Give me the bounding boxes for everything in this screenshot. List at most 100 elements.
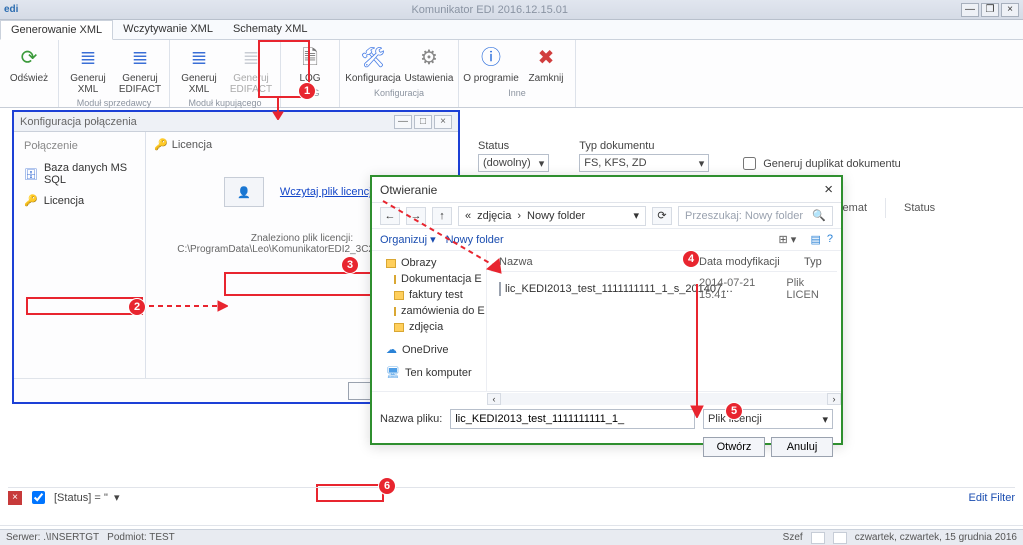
- file-row[interactable]: lic_KEDI2013_test_1111111111_1_s_201407……: [491, 272, 837, 306]
- tree-item[interactable]: ☁OneDrive: [376, 341, 482, 358]
- about-button[interactable]: ⓘ O programie: [463, 42, 519, 87]
- generate-xml-button[interactable]: ≣ Generuj XML: [63, 42, 113, 97]
- key-icon: 🔑: [24, 194, 38, 207]
- sidebar-item-license[interactable]: 🔑 Licencja: [18, 190, 141, 211]
- filter-enable-checkbox[interactable]: [32, 491, 45, 504]
- buy-generate-edifact-button: ≣ Generuj EDIFACT: [226, 42, 276, 97]
- filetype-select[interactable]: Plik licencji▾: [703, 409, 833, 429]
- tree-item[interactable]: Dokumentacja E: [376, 271, 482, 287]
- marker-4: 4: [682, 250, 700, 268]
- file-list[interactable]: Nazwa Data modyfikacji Typ lic_KEDI2013_…: [487, 251, 841, 391]
- info-icon: ⓘ: [477, 44, 505, 72]
- status-bar: Serwer: .\INSERTGT Podmiot: TEST Szef cz…: [0, 529, 1023, 545]
- exit-button[interactable]: ✖ Zamknij: [521, 42, 571, 87]
- scroll-track[interactable]: [501, 393, 827, 405]
- search-icon: 🔍: [812, 209, 826, 222]
- scroll-right-button[interactable]: ›: [827, 393, 841, 405]
- marker-6: 6: [378, 477, 396, 495]
- dialog-close-button[interactable]: ×: [824, 181, 833, 198]
- view-mode-button[interactable]: ⊞ ▾: [778, 233, 804, 246]
- minimize-button[interactable]: —: [961, 3, 979, 17]
- filter-expression: [Status] = '': [54, 492, 108, 504]
- folder-icon: [386, 259, 396, 268]
- edifact-icon: ≣: [126, 44, 154, 72]
- edit-filter-button[interactable]: Edit Filter: [969, 492, 1015, 504]
- cancel-button[interactable]: Anuluj: [771, 437, 833, 457]
- tree-item[interactable]: zamówienia do E: [376, 303, 482, 319]
- xml-icon: ≣: [74, 44, 102, 72]
- file-type: Plik LICEN: [778, 275, 837, 303]
- config-button[interactable]: 🛠 Konfiguracja: [344, 42, 402, 87]
- nav-refresh-button[interactable]: ⟳: [652, 207, 672, 225]
- grid-col-status[interactable]: Status: [885, 198, 1015, 218]
- side-heading: Połączenie: [18, 138, 141, 158]
- group-other-label: Inne: [508, 87, 526, 99]
- status-label: Status: [478, 140, 549, 152]
- nav-back-button[interactable]: ←: [380, 207, 400, 225]
- restore-button[interactable]: ❐: [981, 3, 999, 17]
- status-entity: Podmiot: TEST: [107, 532, 175, 543]
- new-folder-button[interactable]: Nowy folder: [446, 234, 504, 246]
- tree-item[interactable]: 🖥Ten komputer: [376, 364, 482, 381]
- preview-pane-button[interactable]: ▤: [810, 233, 820, 246]
- xml-icon: ≣: [185, 44, 213, 72]
- open-dialog-title: Otwieranie: [380, 183, 437, 197]
- filter-row: Status (dowolny)▾ Typ dokumentu FS, KFS,…: [478, 140, 1015, 180]
- organize-button[interactable]: Organizuj ▾: [380, 233, 436, 246]
- config-minimize-button[interactable]: —: [394, 115, 412, 129]
- file-open-dialog: Otwieranie × ← → ↑ « zdjęcia› Nowy folde…: [370, 175, 843, 445]
- marker-5: 5: [725, 402, 743, 420]
- tab-wczytywanie-xml[interactable]: Wczytywanie XML: [113, 20, 223, 39]
- tree-item[interactable]: zdjęcia: [376, 319, 482, 335]
- help-button[interactable]: ?: [827, 233, 833, 246]
- filename-label: Nazwa pliku:: [380, 413, 442, 425]
- status-select[interactable]: (dowolny)▾: [478, 154, 549, 172]
- status-icon-2[interactable]: [833, 532, 847, 544]
- config-close-button[interactable]: ×: [434, 115, 452, 129]
- generate-edifact-button[interactable]: ≣ Generuj EDIFACT: [115, 42, 165, 97]
- refresh-button[interactable]: ⟳ Odśwież: [4, 42, 54, 87]
- log-button[interactable]: 🗎 LOG: [285, 42, 335, 87]
- doc-type-select[interactable]: FS, KFS, ZD▾: [579, 154, 709, 172]
- sidebar-item-db[interactable]: 🗄 Baza danych MS SQL: [18, 158, 141, 190]
- chevron-down-icon: ▾: [539, 157, 545, 170]
- close-button[interactable]: ×: [1001, 3, 1019, 17]
- nav-forward-button[interactable]: →: [406, 207, 426, 225]
- duplicate-checkbox[interactable]: Generuj duplikat dokumentu: [739, 154, 901, 173]
- col-type[interactable]: Typ: [796, 253, 830, 271]
- chevron-down-icon: ▾: [699, 157, 705, 170]
- tab-generowanie-xml[interactable]: Generowanie XML: [0, 20, 113, 40]
- open-button[interactable]: Otwórz: [703, 437, 765, 457]
- scroll-left-button[interactable]: ‹: [487, 393, 501, 405]
- edifact-icon: ≣: [237, 44, 265, 72]
- key-icon: 🔑: [154, 138, 168, 151]
- status-icon-1[interactable]: [811, 532, 825, 544]
- buy-generate-xml-button[interactable]: ≣ Generuj XML: [174, 42, 224, 97]
- file-icon: [499, 282, 501, 296]
- database-icon: 🗄: [24, 168, 38, 181]
- filename-input[interactable]: [450, 409, 695, 429]
- col-name[interactable]: Nazwa: [491, 253, 691, 271]
- search-input[interactable]: Przeszukaj: Nowy folder 🔍: [678, 206, 833, 226]
- config-win-title: Konfiguracja połączenia: [20, 116, 137, 128]
- config-maximize-button[interactable]: □: [414, 115, 432, 129]
- tools-icon: 🛠: [359, 44, 387, 72]
- onedrive-icon: ☁: [386, 343, 397, 356]
- col-modified[interactable]: Data modyfikacji: [691, 253, 796, 271]
- status-role: Szef: [783, 532, 803, 543]
- tree-item[interactable]: Obrazy: [376, 255, 482, 271]
- load-license-button[interactable]: Wczytaj plik licencji: [274, 185, 380, 199]
- panel-title: 🔑 Licencja: [154, 138, 212, 151]
- log-icon: 🗎: [296, 44, 324, 72]
- filter-bar: × [Status] = '' ▾ Edit Filter: [8, 487, 1015, 507]
- license-badge-icon: 👤: [224, 177, 264, 207]
- tree-item[interactable]: faktury test: [376, 287, 482, 303]
- folder-tree[interactable]: Obrazy Dokumentacja E faktury test zamów…: [372, 251, 487, 391]
- group-buyer-label: Moduł kupującego: [188, 97, 261, 109]
- tab-schematy-xml[interactable]: Schematy XML: [223, 20, 318, 39]
- clear-filter-button[interactable]: ×: [8, 491, 22, 505]
- window-title: Komunikator EDI 2016.12.15.01: [18, 4, 961, 16]
- breadcrumb[interactable]: « zdjęcia› Nowy folder ▾: [458, 206, 646, 226]
- settings-button[interactable]: ⚙ Ustawienia: [404, 42, 454, 87]
- nav-up-button[interactable]: ↑: [432, 207, 452, 225]
